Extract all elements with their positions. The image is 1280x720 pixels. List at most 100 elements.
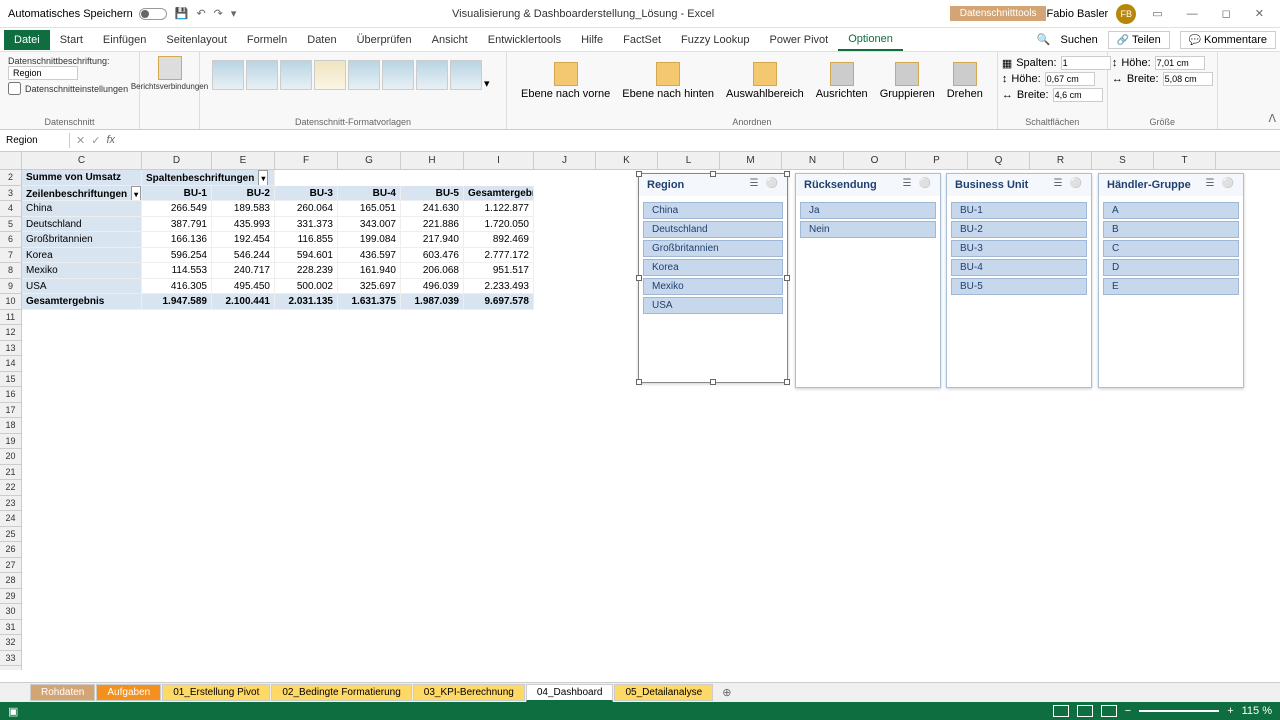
- style-gallery[interactable]: ▾: [208, 56, 498, 94]
- ribbon-tab-hilfe[interactable]: Hilfe: [571, 30, 613, 50]
- row-header[interactable]: 12: [0, 325, 21, 341]
- row-header[interactable]: 17: [0, 403, 21, 419]
- slicer-item[interactable]: C: [1103, 240, 1239, 257]
- column-header[interactable]: J: [534, 152, 596, 169]
- column-header[interactable]: P: [906, 152, 968, 169]
- style-thumb[interactable]: [280, 60, 312, 90]
- style-thumb[interactable]: [314, 60, 346, 90]
- column-header[interactable]: D: [142, 152, 212, 169]
- style-thumb[interactable]: [212, 60, 244, 90]
- rotate-button[interactable]: Drehen: [945, 60, 985, 102]
- style-thumb[interactable]: [348, 60, 380, 90]
- row-header[interactable]: 8: [0, 263, 21, 279]
- save-icon[interactable]: 💾: [175, 7, 189, 20]
- ribbon-tab-optionen[interactable]: Optionen: [838, 29, 903, 51]
- row-header[interactable]: 29: [0, 589, 21, 605]
- autosave-toggle[interactable]: [139, 8, 167, 20]
- row-header[interactable]: 28: [0, 573, 21, 589]
- slicer-item[interactable]: B: [1103, 221, 1239, 238]
- bring-forward-button[interactable]: Ebene nach vorne: [519, 60, 612, 102]
- accept-formula-icon[interactable]: ✓: [91, 134, 100, 147]
- ribbon-tab-fuzzy lookup[interactable]: Fuzzy Lookup: [671, 30, 759, 50]
- slicer-rücksendung[interactable]: Rücksendung☰⚪JaNein: [795, 173, 941, 388]
- sheet-tab[interactable]: Aufgaben: [96, 684, 161, 701]
- columns-spinner[interactable]: [1061, 56, 1111, 70]
- cancel-formula-icon[interactable]: ✕: [76, 134, 85, 147]
- row-header[interactable]: 19: [0, 434, 21, 450]
- group-button[interactable]: Gruppieren: [878, 60, 937, 102]
- sheet-tab[interactable]: 01_Erstellung Pivot: [162, 684, 270, 701]
- selection-handle[interactable]: [636, 171, 642, 177]
- column-header[interactable]: N: [782, 152, 844, 169]
- selection-pane-button[interactable]: Auswahlbereich: [724, 60, 806, 102]
- settings-checkbox[interactable]: [8, 82, 21, 95]
- sheet-tab[interactable]: 05_Detailanalyse: [614, 684, 713, 701]
- slicer-item[interactable]: Ja: [800, 202, 936, 219]
- style-thumb[interactable]: [450, 60, 482, 90]
- style-thumb[interactable]: [246, 60, 278, 90]
- row-header[interactable]: 7: [0, 248, 21, 264]
- maximize-icon[interactable]: ◻: [1214, 3, 1239, 24]
- selection-handle[interactable]: [784, 379, 790, 385]
- clear-filter-icon[interactable]: ⚪: [918, 178, 932, 192]
- row-header[interactable]: 21: [0, 465, 21, 481]
- settings-label[interactable]: Datenschnitteinstellungen: [25, 84, 128, 94]
- zoom-in-icon[interactable]: +: [1227, 705, 1233, 717]
- send-backward-button[interactable]: Ebene nach hinten: [620, 60, 716, 102]
- row-header[interactable]: 25: [0, 527, 21, 543]
- ribbon-tab-factset[interactable]: FactSet: [613, 30, 671, 50]
- selection-handle[interactable]: [784, 171, 790, 177]
- slicer-item[interactable]: A: [1103, 202, 1239, 219]
- row-header[interactable]: 16: [0, 387, 21, 403]
- button-width-spinner[interactable]: [1053, 88, 1103, 102]
- ribbon-tab-formeln[interactable]: Formeln: [237, 30, 297, 50]
- ribbon-tab-entwicklertools[interactable]: Entwicklertools: [478, 30, 571, 50]
- ribbon-tab-datei[interactable]: Datei: [4, 30, 50, 50]
- slicer-item[interactable]: BU-4: [951, 259, 1087, 276]
- slicer-item[interactable]: BU-3: [951, 240, 1087, 257]
- select-all-corner[interactable]: [0, 152, 22, 169]
- row-header[interactable]: 9: [0, 279, 21, 295]
- normal-view-icon[interactable]: [1053, 705, 1069, 717]
- slicer-item[interactable]: China: [643, 202, 783, 219]
- row-header[interactable]: 4: [0, 201, 21, 217]
- column-header[interactable]: K: [596, 152, 658, 169]
- style-thumb[interactable]: [416, 60, 448, 90]
- name-box[interactable]: Region: [0, 133, 70, 148]
- row-header[interactable]: 20: [0, 449, 21, 465]
- row-header[interactable]: 26: [0, 542, 21, 558]
- comments-button[interactable]: 💬 Kommentare: [1180, 31, 1276, 49]
- column-header[interactable]: C: [22, 152, 142, 169]
- slicer-item[interactable]: Nein: [800, 221, 936, 238]
- pivot-row-dropdown[interactable]: Zeilenbeschriftungen▾: [22, 186, 142, 202]
- ribbon-tab-seitenlayout[interactable]: Seitenlayout: [156, 30, 237, 50]
- zoom-level[interactable]: 115 %: [1242, 705, 1272, 717]
- column-header[interactable]: R: [1030, 152, 1092, 169]
- row-header[interactable]: 32: [0, 635, 21, 651]
- slicer-business unit[interactable]: Business Unit☰⚪BU-1BU-2BU-3BU-4BU-5: [946, 173, 1092, 388]
- ribbon-tab-daten[interactable]: Daten: [297, 30, 346, 50]
- row-header[interactable]: 22: [0, 480, 21, 496]
- multi-select-icon[interactable]: ☰: [747, 178, 761, 192]
- row-header[interactable]: 27: [0, 558, 21, 574]
- close-icon[interactable]: ✕: [1247, 3, 1272, 24]
- column-header[interactable]: O: [844, 152, 906, 169]
- minimize-icon[interactable]: —: [1179, 4, 1206, 24]
- column-header[interactable]: H: [401, 152, 464, 169]
- share-button[interactable]: 🔗 Teilen: [1108, 31, 1170, 49]
- sheet-tab[interactable]: 02_Bedingte Formatierung: [271, 684, 411, 701]
- sheet-tab[interactable]: Rohdaten: [30, 684, 95, 701]
- column-header[interactable]: I: [464, 152, 534, 169]
- clear-filter-icon[interactable]: ⚪: [1221, 178, 1235, 192]
- row-header[interactable]: 14: [0, 356, 21, 372]
- row-header[interactable]: 23: [0, 496, 21, 512]
- column-header[interactable]: G: [338, 152, 401, 169]
- row-header[interactable]: 18: [0, 418, 21, 434]
- report-connections[interactable]: Berichtsverbindungen: [131, 82, 208, 91]
- selection-handle[interactable]: [784, 275, 790, 281]
- slicer-item[interactable]: BU-1: [951, 202, 1087, 219]
- sheet-tab[interactable]: 03_KPI-Berechnung: [413, 684, 525, 701]
- row-header[interactable]: 6: [0, 232, 21, 248]
- row-header[interactable]: 31: [0, 620, 21, 636]
- style-thumb[interactable]: [382, 60, 414, 90]
